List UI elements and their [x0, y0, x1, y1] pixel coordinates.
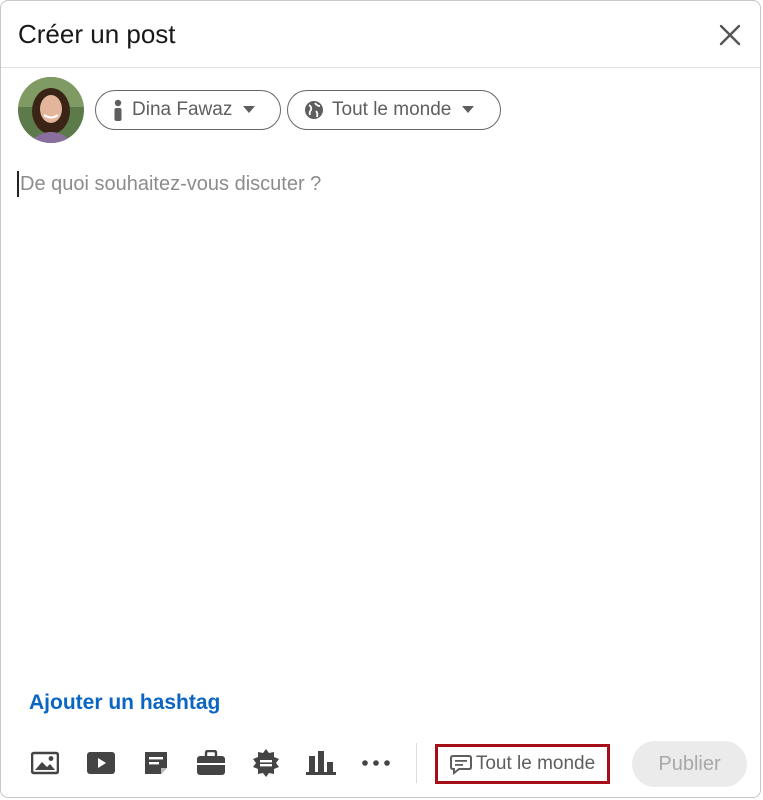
- create-post-dialog: Créer un post Dina Fawaz Tout le monde D…: [0, 0, 761, 798]
- more-options-button[interactable]: [360, 747, 392, 779]
- text-caret: [17, 171, 19, 197]
- close-icon: [719, 24, 741, 46]
- author-name: Dina Fawaz: [132, 99, 233, 120]
- celebrate-icon: [253, 749, 279, 777]
- author-selector[interactable]: Dina Fawaz: [95, 90, 281, 130]
- publish-button[interactable]: Publier: [632, 741, 747, 787]
- dialog-header: Créer un post: [1, 1, 760, 68]
- comment-control-label: Tout le monde: [475, 753, 596, 774]
- avatar: [18, 77, 84, 143]
- audience-selector[interactable]: Tout le monde: [287, 90, 501, 130]
- close-button[interactable]: [718, 23, 742, 47]
- create-poll-button[interactable]: [305, 747, 337, 779]
- add-document-button[interactable]: [140, 747, 172, 779]
- document-icon: [145, 752, 167, 774]
- caret-down-icon: [462, 106, 475, 113]
- add-photo-button[interactable]: [29, 747, 61, 779]
- comment-icon: [449, 755, 472, 775]
- job-icon: [197, 750, 225, 775]
- comment-control-button[interactable]: Tout le monde: [435, 744, 610, 784]
- caret-down-icon: [243, 106, 256, 113]
- add-video-button[interactable]: [85, 747, 117, 779]
- audience-label: Tout le monde: [332, 99, 452, 120]
- dialog-title: Créer un post: [18, 19, 176, 49]
- person-icon: [114, 99, 122, 121]
- image-icon: [31, 751, 59, 775]
- globe-icon: [305, 101, 323, 119]
- post-editor[interactable]: De quoi souhaitez-vous discuter ?: [17, 169, 747, 689]
- video-icon: [87, 752, 115, 774]
- toolbar-divider: [416, 743, 417, 783]
- add-job-button[interactable]: [195, 747, 227, 779]
- more-icon: [362, 760, 390, 766]
- add-hashtag-link[interactable]: Ajouter un hashtag: [29, 691, 220, 715]
- celebrate-button[interactable]: [250, 747, 282, 779]
- poll-icon: [306, 751, 336, 775]
- post-toolbar: Tout le monde Publier: [1, 739, 760, 787]
- editor-placeholder: De quoi souhaitez-vous discuter ?: [20, 173, 322, 195]
